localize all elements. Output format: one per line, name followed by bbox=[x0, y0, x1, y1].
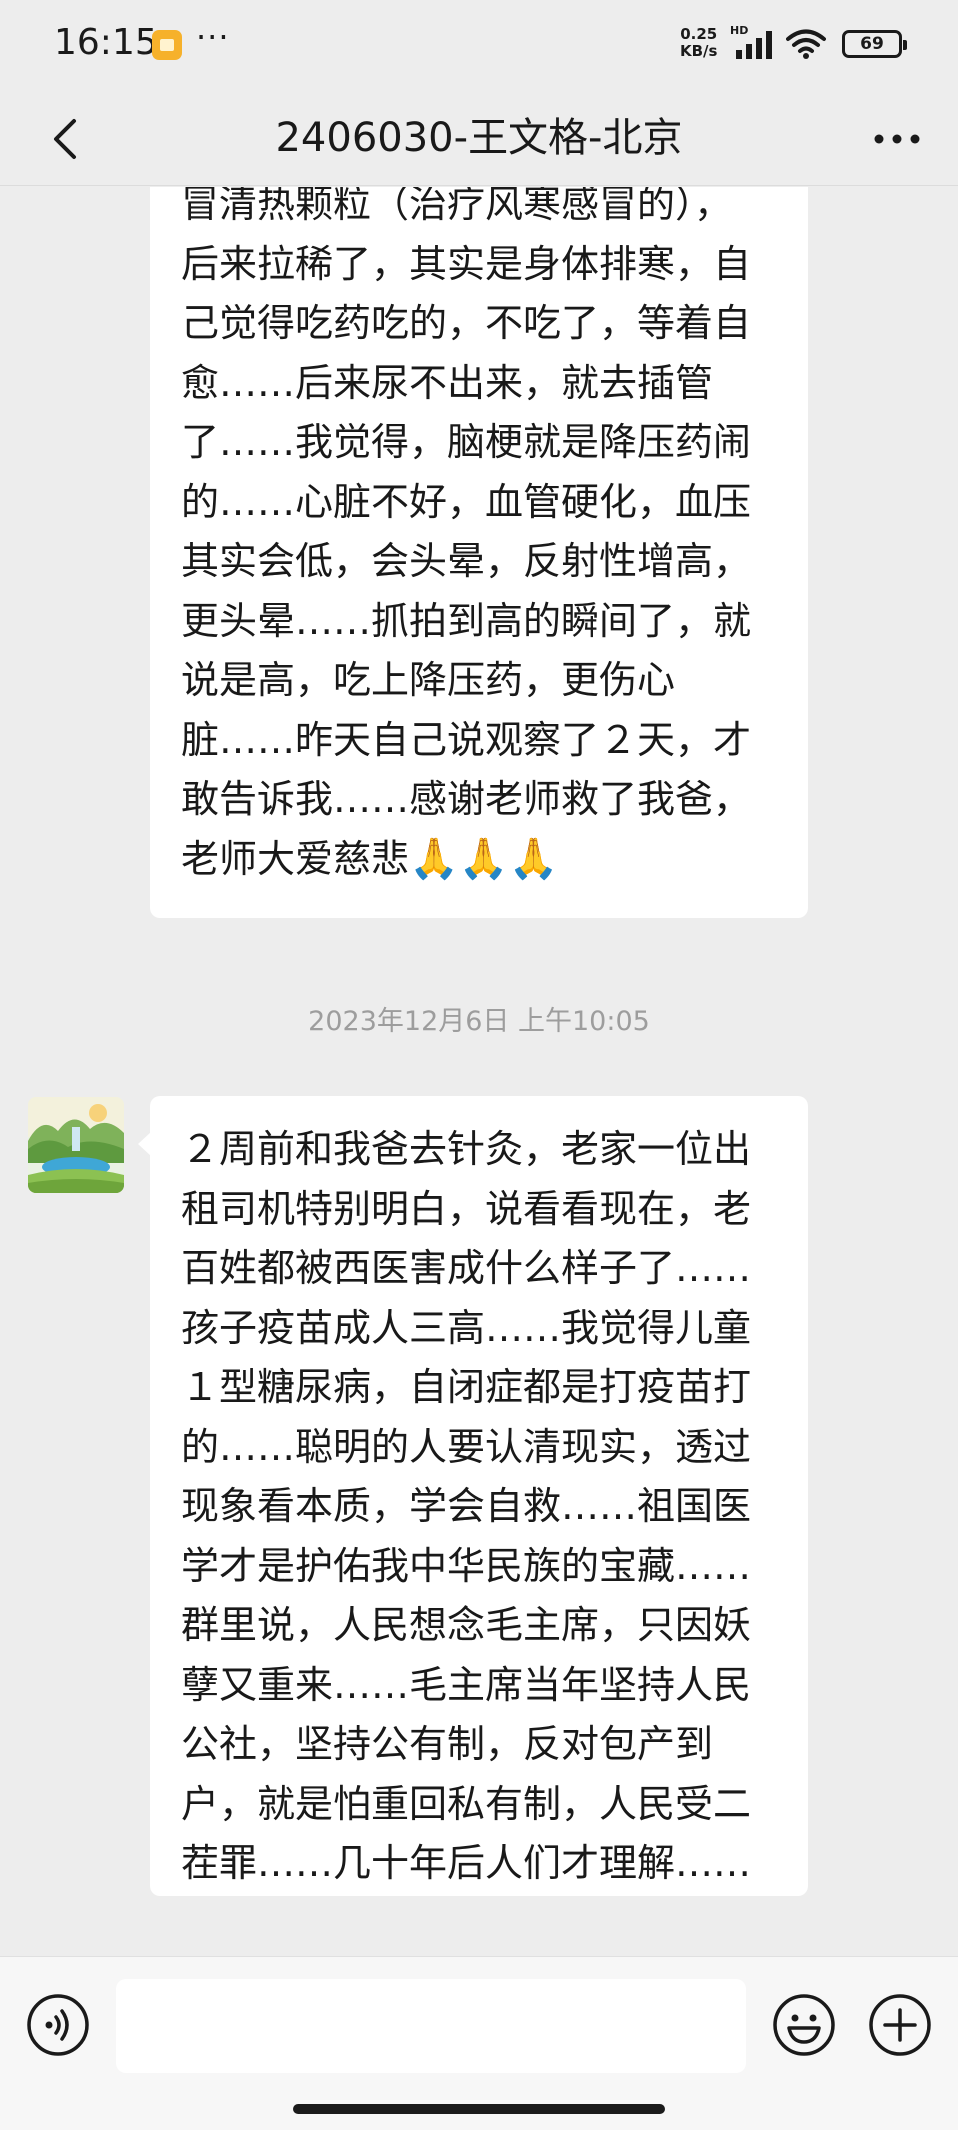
chat-title: 2406030-王文格-北京 bbox=[275, 115, 683, 161]
message-line: 脏……昨天自己说观察了２天，才 bbox=[181, 717, 752, 762]
message-timestamp: 2023年12月6日 上午10:05 bbox=[308, 1006, 650, 1037]
message-line: 百姓都被西医害成什么样子了…… bbox=[181, 1246, 752, 1290]
pray-emoji-icon: 🙏🙏🙏 bbox=[409, 835, 559, 882]
wifi-icon bbox=[786, 29, 826, 59]
message-line: １型糖尿病，自闭症都是打疫苗打 bbox=[181, 1365, 752, 1409]
message-last-line: 老师大爱慈悲🙏🙏🙏 bbox=[181, 830, 778, 890]
message-line: 其实会低，会头晕，反射性增高， bbox=[181, 539, 752, 583]
avatar-landscape-image bbox=[28, 1097, 124, 1193]
message-text: 老师大爱慈悲 bbox=[181, 836, 410, 881]
message-line: 敢告诉我……感谢老师救了我爸， bbox=[181, 777, 752, 821]
chat-header: 2406030-王文格-北京 bbox=[0, 90, 958, 186]
status-bar: 16:15 ··· 0.25 KB/s HD 69 bbox=[0, 0, 958, 90]
net-speed: 0.25 KB/s bbox=[680, 26, 717, 60]
message-line: 冒清热颗粒（治疗风寒感冒的）， bbox=[181, 187, 733, 226]
message-line: 茬罪……几十年后人们才理解…… bbox=[181, 1841, 752, 1885]
message-line: 孽又重来……毛主席当年坚持人民 bbox=[181, 1662, 752, 1707]
plus-icon[interactable] bbox=[868, 1993, 932, 2057]
status-time: 16:15 bbox=[54, 22, 158, 63]
battery-indicator: 69 bbox=[842, 30, 907, 58]
message-line: 后来拉稀了，其实是身体排寒，自 bbox=[181, 241, 752, 286]
message-line: 户，就是怕重回私有制，人民受二 bbox=[181, 1781, 752, 1826]
message-line: 孩子疫苗成人三高……我觉得儿童 bbox=[181, 1305, 752, 1350]
home-indicator[interactable] bbox=[293, 2104, 665, 2114]
message-input[interactable] bbox=[116, 1979, 746, 2073]
message-line: 的……心脏不好，血管硬化，血压 bbox=[181, 479, 752, 524]
message-line: ２周前和我爸去针灸，老家一位出 bbox=[181, 1127, 752, 1171]
net-speed-unit: KB/s bbox=[680, 42, 718, 60]
signal-icon bbox=[736, 31, 772, 59]
message-line: 现象看本质，学会自救……祖国医 bbox=[181, 1484, 752, 1528]
message-line: 群里说，人民想念毛主席，只因妖 bbox=[181, 1603, 752, 1647]
message-line: 学才是护佑我中华民族的宝藏…… bbox=[181, 1543, 752, 1588]
message-line: 租司机特别明白，说看看现在，老 bbox=[181, 1186, 752, 1231]
message-bubble[interactable]: ２周前和我爸去针灸，老家一位出 租司机特别明白，说看看现在，老 百姓都被西医害成… bbox=[138, 1096, 808, 1896]
message-list[interactable]: 冒清热颗粒（治疗风寒感冒的）， 后来拉稀了，其实是身体排寒，自 己觉得吃药吃的，… bbox=[0, 187, 958, 1956]
chat-screen: 16:15 ··· 0.25 KB/s HD 69 2406030-王文格-北京… bbox=[0, 0, 958, 2130]
message-line: 更头晕……抓拍到高的瞬间了，就 bbox=[181, 598, 752, 643]
voice-icon[interactable] bbox=[26, 1993, 90, 2057]
message-line: 说是高，吃上降压药，更伤心 bbox=[181, 658, 676, 702]
notes-app-icon bbox=[152, 30, 182, 60]
status-more-icon: ··· bbox=[196, 18, 230, 56]
message-line: 公社，坚持公有制，反对包产到 bbox=[181, 1722, 714, 1766]
net-speed-value: 0.25 bbox=[680, 25, 718, 43]
more-button[interactable] bbox=[862, 104, 932, 174]
message-line: 愈……后来尿不出来，就去插管 bbox=[181, 360, 714, 405]
message-line: 的……聪明的人要认清现实，透过 bbox=[181, 1424, 752, 1469]
emoji-icon[interactable] bbox=[772, 1993, 836, 2057]
message-line: 己觉得吃药吃的，不吃了，等着自 bbox=[181, 301, 752, 345]
more-dots-icon bbox=[874, 134, 920, 144]
sender-avatar[interactable] bbox=[28, 1097, 124, 1193]
message-line: 了……我觉得，脑梗就是降压药闹 bbox=[181, 420, 752, 464]
message-bubble[interactable]: 冒清热颗粒（治疗风寒感冒的）， 后来拉稀了，其实是身体排寒，自 己觉得吃药吃的，… bbox=[150, 187, 808, 918]
input-bar bbox=[0, 1956, 958, 2130]
